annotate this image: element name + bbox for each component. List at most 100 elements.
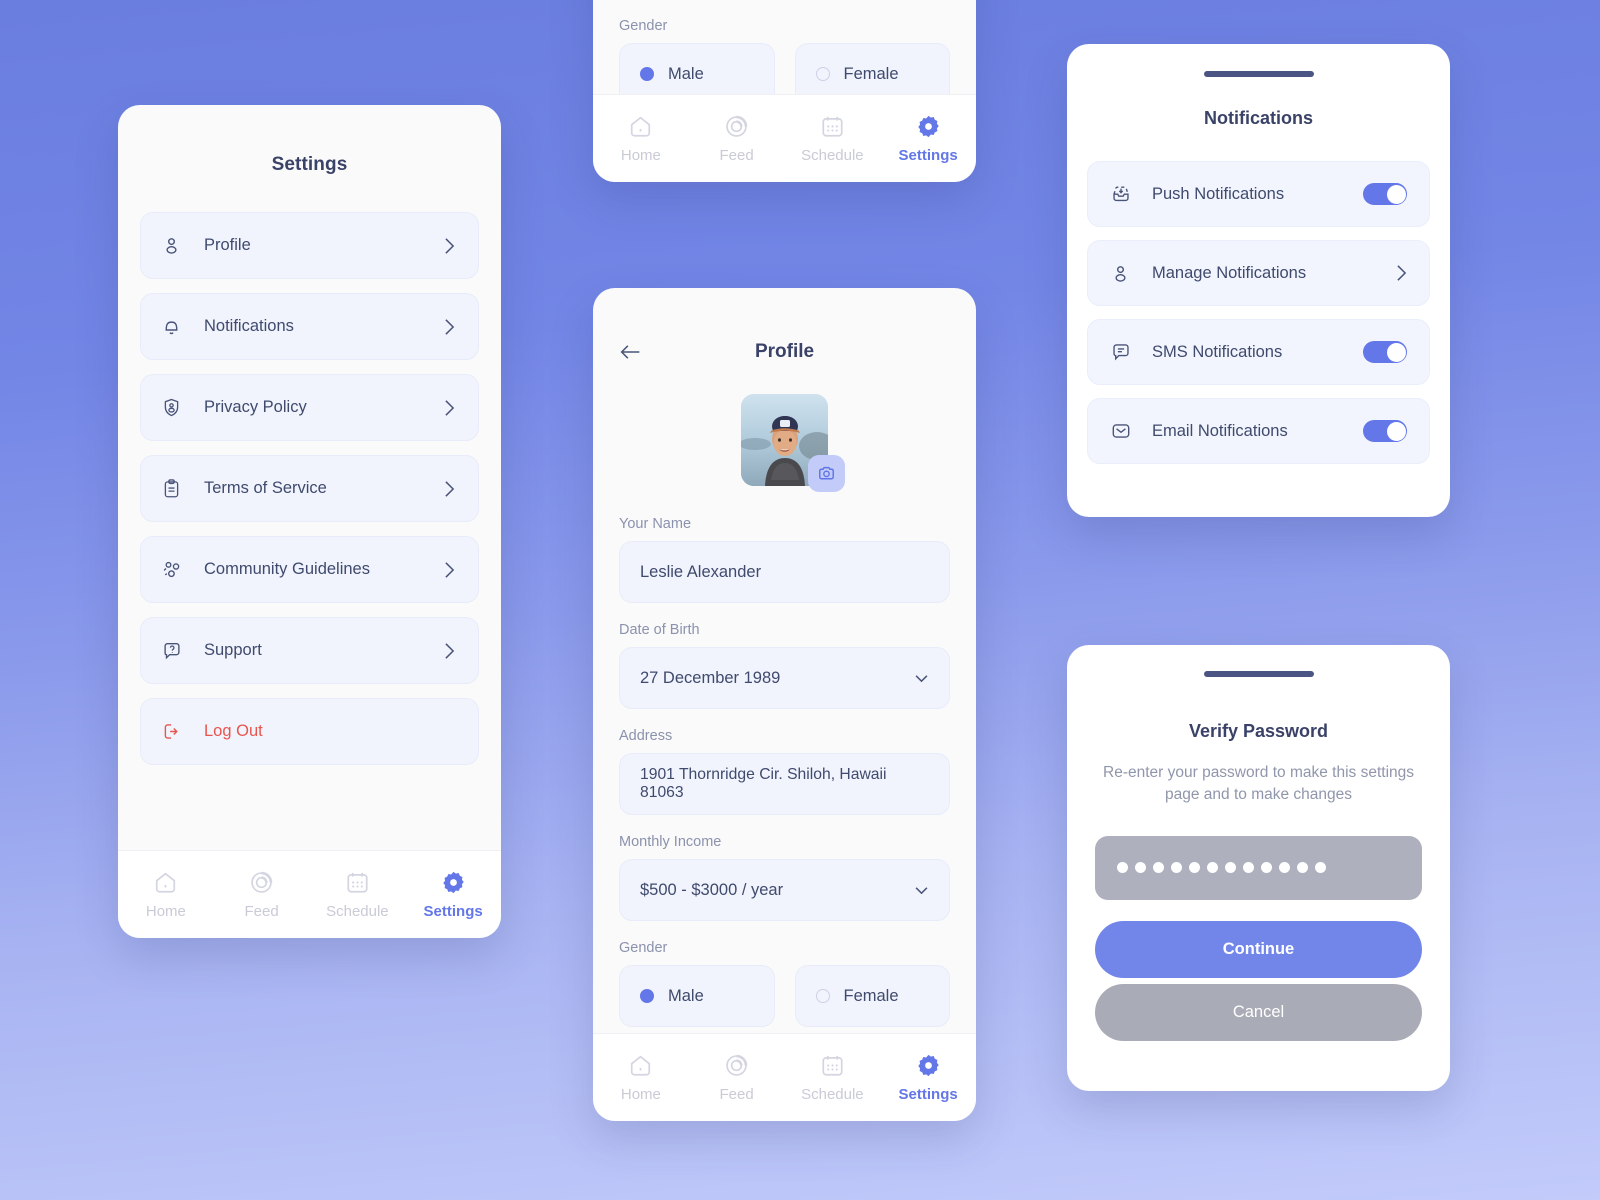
password-dot <box>1243 862 1254 874</box>
sidebar-item-notifications[interactable]: Notifications <box>140 293 479 360</box>
row-push-notifications[interactable]: Push Notifications <box>1087 161 1430 227</box>
verify-password-sheet: Verify Password Re-enter your password t… <box>1067 645 1450 1091</box>
user-icon <box>161 235 187 256</box>
bottom-nav: Home Feed Schedule Settings <box>118 850 501 938</box>
row-sms-notifications[interactable]: SMS Notifications <box>1087 319 1430 385</box>
sidebar-item-profile[interactable]: Profile <box>140 212 479 279</box>
field-label-dob: Date of Birth <box>619 622 700 638</box>
password-dot <box>1153 862 1164 874</box>
chevron-down-icon <box>914 886 929 895</box>
feed-icon <box>723 1052 750 1079</box>
gender-option-female[interactable]: Female <box>794 965 950 1027</box>
nav-item-home[interactable]: Home <box>118 869 214 920</box>
radio-icon <box>640 989 654 1003</box>
nav-item-schedule[interactable]: Schedule <box>785 1052 881 1103</box>
nav-item-feed[interactable]: Feed <box>214 869 310 920</box>
settings-item-label: Notifications <box>204 317 294 335</box>
calendar-icon <box>819 1052 846 1079</box>
chevron-right-icon <box>444 561 458 579</box>
password-dot <box>1279 862 1290 874</box>
radio-icon <box>815 67 830 81</box>
page-title: Profile <box>754 341 815 362</box>
monthly-income-field[interactable]: $500 - $3000 / year <box>619 859 950 921</box>
sidebar-item-privacy-policy[interactable]: Privacy Policy <box>140 374 479 441</box>
password-dot <box>1189 862 1200 874</box>
nav-item-home[interactable]: Home <box>593 113 689 164</box>
chevron-right-icon <box>444 237 458 255</box>
field-value: Leslie Alexander <box>640 562 762 581</box>
nav-label: Schedule <box>801 1086 864 1103</box>
radio-icon <box>640 67 654 81</box>
push-inbox-icon <box>1110 183 1136 205</box>
camera-icon[interactable] <box>807 455 845 492</box>
nav-item-settings[interactable]: Settings <box>880 113 976 164</box>
chevron-right-icon <box>1396 264 1407 282</box>
page-title: Settings <box>271 154 348 175</box>
sidebar-item-terms-of-service[interactable]: Terms of Service <box>140 455 479 522</box>
nav-label: Feed <box>719 1086 754 1103</box>
gear-icon <box>440 869 467 896</box>
mail-icon <box>1110 420 1136 442</box>
date-of-birth-field[interactable]: 27 December 1989 <box>619 647 950 709</box>
nav-label: Settings <box>423 903 483 920</box>
password-input[interactable] <box>1095 835 1422 900</box>
push-notifications-toggle[interactable] <box>1363 183 1407 205</box>
password-dot <box>1297 862 1308 874</box>
nav-label: Schedule <box>326 903 389 920</box>
sms-notifications-toggle[interactable] <box>1363 341 1407 363</box>
sidebar-item-support[interactable]: Support <box>140 617 479 684</box>
bottom-nav: Home Feed Schedule Settings <box>593 1033 976 1121</box>
password-dot <box>1117 862 1128 874</box>
gender-label-male: Male <box>668 64 704 83</box>
nav-label: Settings <box>898 1086 958 1103</box>
settings-list: Profile Notifications Privacy Policy Ter… <box>118 212 501 765</box>
sheet-subtitle: Re-enter your password to make this sett… <box>1103 764 1414 804</box>
chevron-right-icon <box>444 318 458 336</box>
nav-item-feed[interactable]: Feed <box>689 113 785 164</box>
gender-options: Male Female <box>593 965 976 1027</box>
nav-item-schedule[interactable]: Schedule <box>310 869 406 920</box>
sheet-drag-handle[interactable] <box>1203 71 1314 77</box>
clipboard-icon <box>161 478 187 499</box>
gender-option-male[interactable]: Male <box>619 965 775 1027</box>
row-manage-notifications[interactable]: Manage Notifications <box>1087 240 1430 306</box>
log-out-button[interactable]: Log Out <box>140 698 479 765</box>
password-dot <box>1135 862 1146 874</box>
chevron-down-icon <box>914 674 929 683</box>
nav-label: Feed <box>244 903 279 920</box>
bottom-nav: Home Feed Schedule Settings <box>593 94 976 182</box>
shield-user-icon <box>161 397 187 418</box>
password-dot <box>1207 862 1218 874</box>
gender-label: Gender <box>619 940 668 956</box>
profile-header: Profile <box>593 332 976 372</box>
name-field[interactable]: Leslie Alexander <box>619 541 950 603</box>
nav-item-settings[interactable]: Settings <box>405 869 501 920</box>
password-dot <box>1171 862 1182 874</box>
gender-label-male: Male <box>668 986 704 1005</box>
home-icon <box>627 1052 654 1079</box>
password-dot <box>1261 862 1272 874</box>
row-label: Email Notifications <box>1152 421 1288 440</box>
logout-icon <box>161 721 187 742</box>
settings-item-label: Log Out <box>204 722 263 740</box>
address-field[interactable]: 1901 Thornridge Cir. Shiloh, Hawaii 8106… <box>619 753 950 815</box>
settings-item-label: Community Guidelines <box>204 560 370 578</box>
email-notifications-toggle[interactable] <box>1363 420 1407 442</box>
question-chat-icon <box>161 640 187 662</box>
continue-button[interactable]: Continue <box>1095 920 1422 978</box>
nav-label: Home <box>620 1086 661 1103</box>
sheet-drag-handle[interactable] <box>1203 671 1314 677</box>
nav-item-schedule[interactable]: Schedule <box>785 113 881 164</box>
row-email-notifications[interactable]: Email Notifications <box>1087 398 1430 464</box>
nav-item-home[interactable]: Home <box>593 1052 689 1103</box>
nav-item-feed[interactable]: Feed <box>689 1052 785 1103</box>
cancel-button[interactable]: Cancel <box>1095 983 1422 1041</box>
sidebar-item-community-guidelines[interactable]: Community Guidelines <box>140 536 479 603</box>
nav-label: Home <box>620 147 661 164</box>
community-icon <box>161 559 187 581</box>
notifications-list: Push Notifications Manage Notifications … <box>1067 161 1450 464</box>
gear-icon <box>915 1052 942 1079</box>
field-label-income: Monthly Income <box>619 834 722 850</box>
nav-item-settings[interactable]: Settings <box>880 1052 976 1103</box>
field-value: $500 - $3000 / year <box>640 880 784 899</box>
